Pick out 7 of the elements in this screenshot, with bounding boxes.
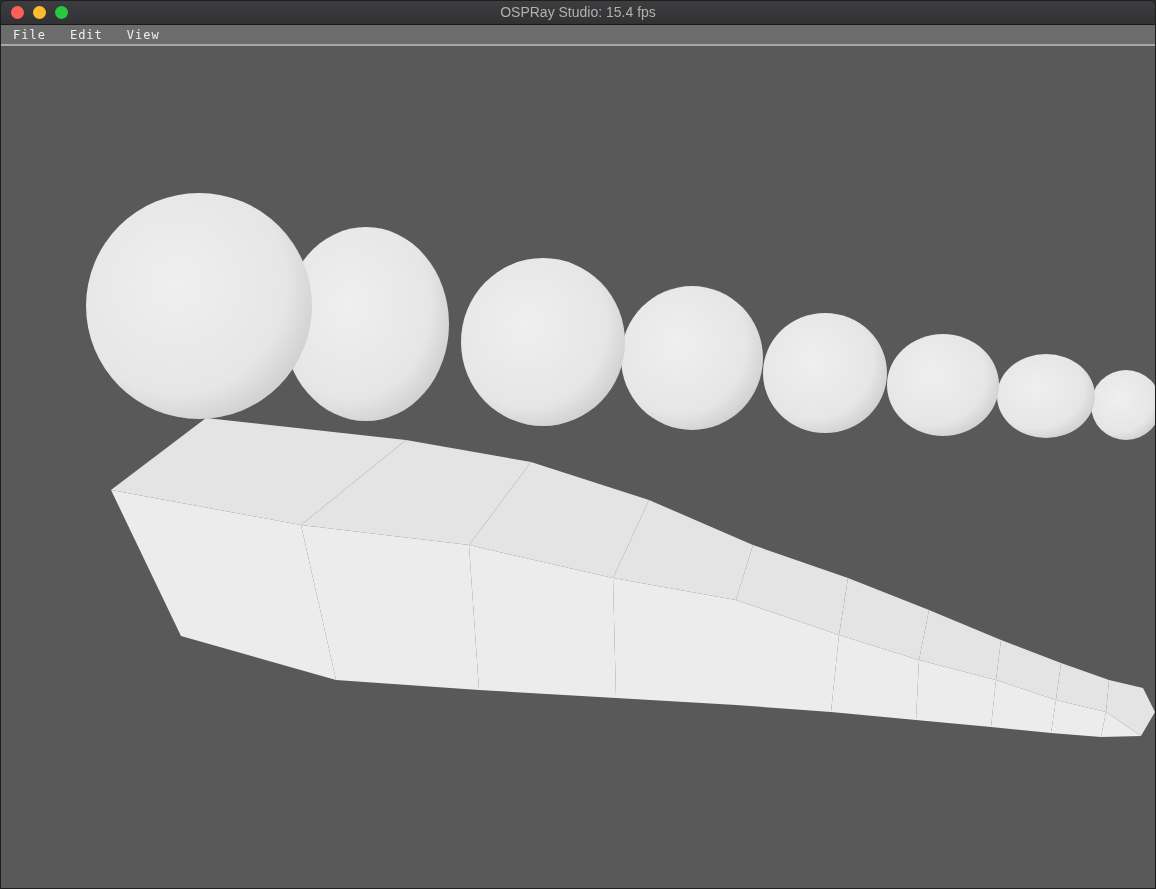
zoom-icon[interactable]: [55, 6, 68, 19]
close-icon[interactable]: [11, 6, 24, 19]
menu-item[interactable]: View: [123, 28, 163, 41]
menu-item[interactable]: Edit: [66, 28, 106, 41]
menu-item[interactable]: File: [10, 28, 49, 41]
window-title: OSPRay Studio: 15.4 fps: [500, 3, 656, 22]
minimize-icon[interactable]: [33, 6, 46, 19]
